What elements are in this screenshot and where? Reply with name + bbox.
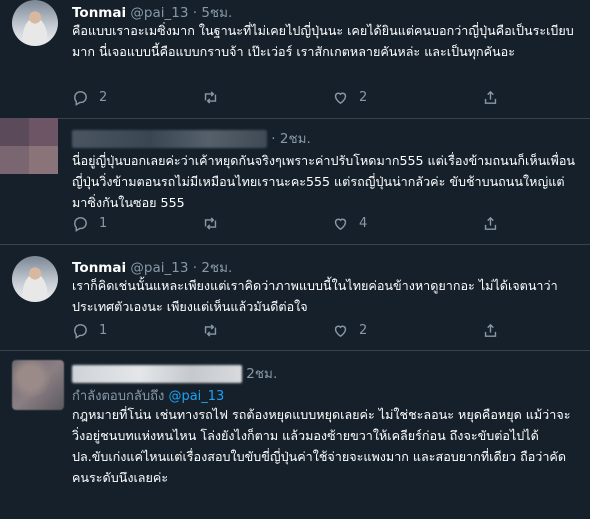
tweet-text: นี่อยู่ญี่ปุ่นบอกเลยค่ะว่าเค้าหยุดกันจริ… [72, 153, 576, 210]
like-button[interactable]: 4 [332, 215, 367, 232]
tweet-2[interactable]: · 2ชม. นี่อยู่ญี่ปุ่นบอกเลยค่ะว่าเค้าหยุ… [0, 118, 590, 245]
avatar[interactable] [12, 360, 64, 410]
tweet-header: · 2ชม. [72, 127, 311, 149]
replying-to: กำลังตอบกลับถึง @pai_13 [72, 385, 224, 406]
reply-button[interactable]: 1 [72, 322, 107, 339]
tweet-3[interactable]: Tonmai @pai_13 · 2ชม. เราก็คิดเช่นนั้นแห… [0, 244, 590, 351]
action-bar: 2 2 [72, 89, 512, 109]
reply-count: 2 [99, 90, 108, 105]
tweet-text: กฎหมายที่โน่น เช่นทางรถไฟ รถต้องหยุดแบบห… [72, 407, 571, 485]
avatar[interactable] [0, 118, 58, 174]
mention-link[interactable]: @pai_13 [168, 389, 224, 404]
share-button[interactable] [482, 215, 509, 232]
reply-icon [74, 91, 87, 106]
reply-count: 1 [99, 323, 108, 338]
display-name[interactable]: Tonmai [72, 5, 126, 21]
retweet-icon [204, 217, 217, 230]
share-icon [484, 323, 497, 337]
like-count: 2 [359, 90, 368, 105]
reply-count: 1 [99, 216, 108, 231]
reply-button[interactable]: 2 [72, 89, 107, 106]
share-icon [484, 216, 497, 230]
tweet-text: คือแบบเราอะเมซิ่งมาก ในฐานะที่ไม่เคยไปญี… [72, 23, 574, 59]
action-bar: 1 4 [72, 215, 512, 235]
share-button[interactable] [482, 322, 509, 339]
tweet-text: เราก็คิดเช่นนั้นแหละเพียงแต่เราคิดว่าภาพ… [72, 278, 558, 314]
reply-button[interactable]: 1 [72, 215, 107, 232]
user-handle[interactable]: @pai_13 [130, 5, 188, 21]
avatar[interactable] [12, 256, 58, 302]
display-name-redacted[interactable] [72, 365, 242, 383]
separator-dot: · [192, 260, 198, 276]
heart-icon [334, 218, 347, 231]
share-button[interactable] [482, 89, 509, 106]
avatar[interactable] [12, 0, 58, 46]
like-count: 4 [359, 216, 368, 231]
replying-to-label: กำลังตอบกลับถึง [72, 389, 165, 404]
like-button[interactable]: 2 [332, 322, 367, 339]
retweet-icon [204, 324, 217, 337]
like-count: 2 [359, 323, 368, 338]
timestamp[interactable]: 5ชม. [201, 5, 232, 21]
action-bar: 1 2 [72, 322, 512, 342]
tweet-4[interactable]: 2ชม. กำลังตอบกลับถึง @pai_13 กฎหมายที่โน… [0, 350, 590, 519]
retweet-button[interactable] [202, 89, 229, 106]
reply-icon [74, 324, 87, 339]
retweet-icon [204, 91, 217, 104]
timestamp[interactable]: 2ชม. [280, 131, 311, 147]
tweet-header: 2ชม. [72, 362, 277, 384]
heart-icon [334, 92, 347, 105]
timestamp[interactable]: 2ชม. [246, 366, 277, 382]
share-icon [484, 90, 497, 104]
retweet-button[interactable] [202, 215, 229, 232]
user-handle[interactable]: @pai_13 [130, 260, 188, 276]
separator-dot: · [192, 5, 198, 21]
display-name[interactable]: Tonmai [72, 260, 126, 276]
tweet-1[interactable]: Tonmai @pai_13 · 5ชม. คือแบบเราอะเมซิ่งม… [0, 0, 590, 119]
timestamp[interactable]: 2ชม. [201, 260, 232, 276]
separator-dot: · [271, 131, 276, 147]
display-name-redacted[interactable] [72, 130, 267, 148]
like-button[interactable]: 2 [332, 89, 367, 106]
reply-icon [74, 217, 87, 232]
retweet-button[interactable] [202, 322, 229, 339]
heart-icon [334, 325, 347, 338]
